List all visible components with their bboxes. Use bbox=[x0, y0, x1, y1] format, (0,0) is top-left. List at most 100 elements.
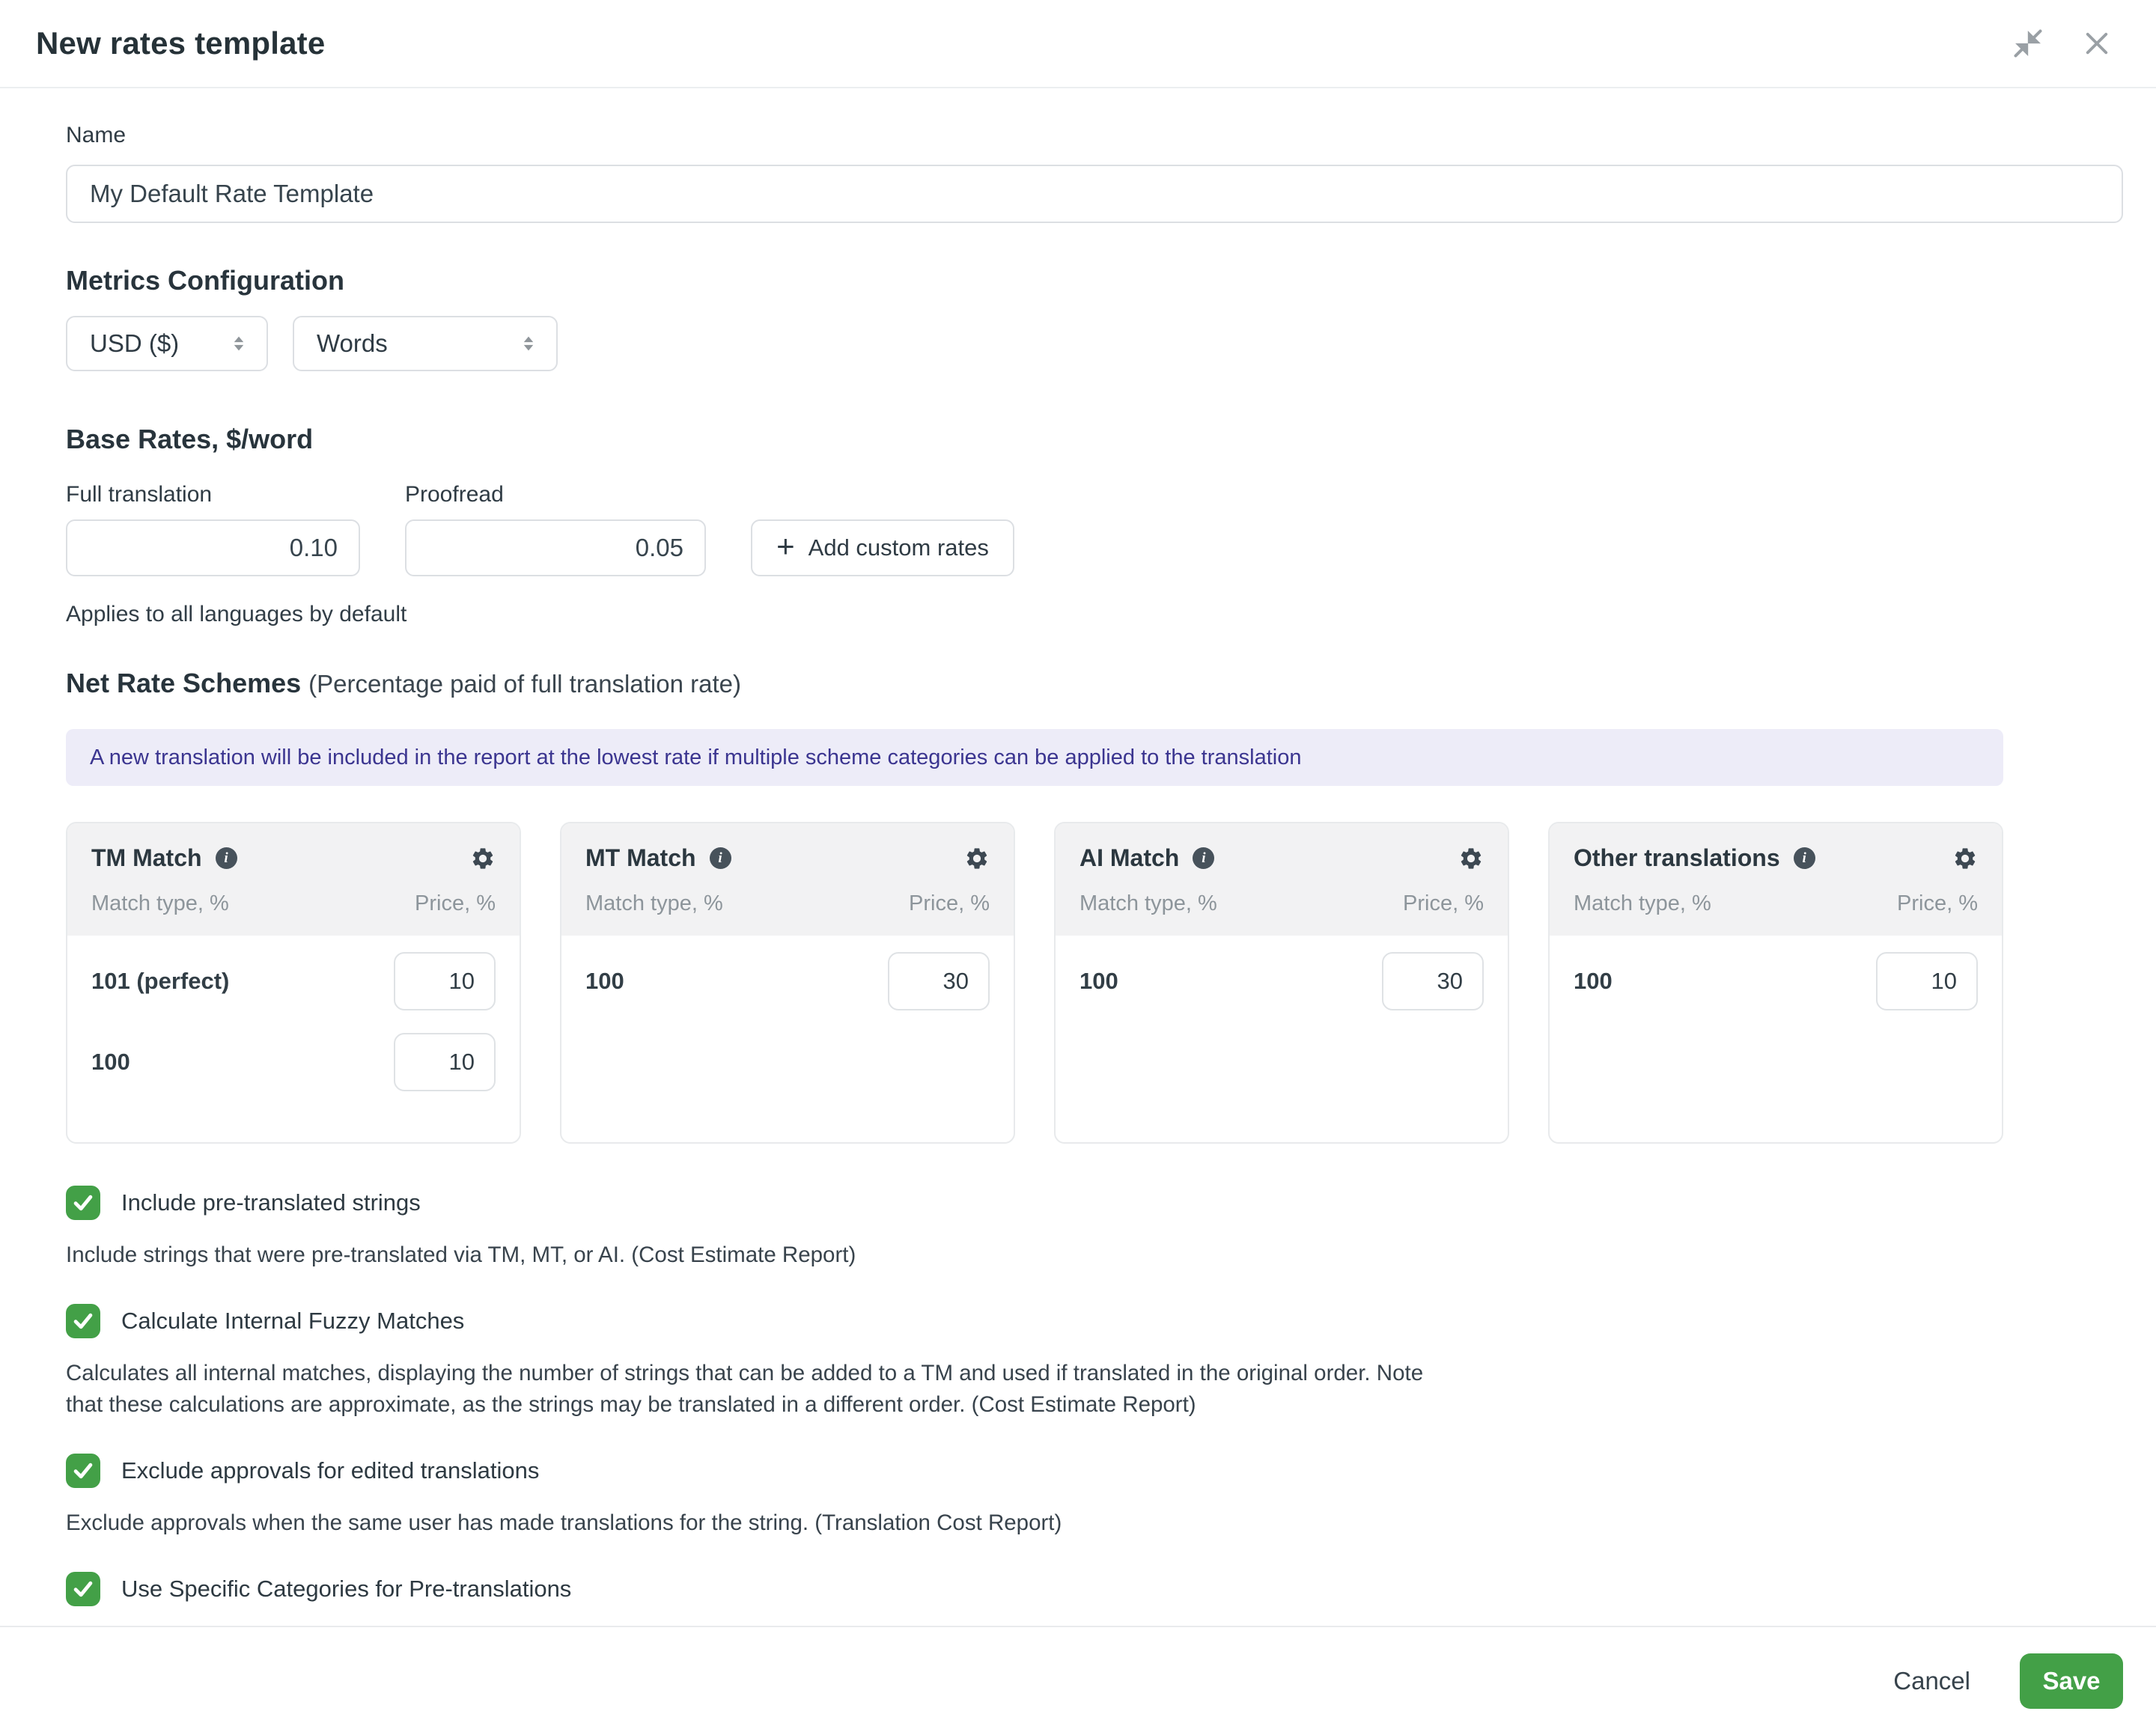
match-type-column: Match type, % bbox=[1574, 891, 1711, 916]
card-body: 100 bbox=[1056, 936, 1508, 1142]
close-button[interactable] bbox=[2080, 26, 2114, 61]
info-icon[interactable]: i bbox=[1193, 847, 1214, 869]
header-actions bbox=[2011, 26, 2114, 61]
close-icon bbox=[2081, 28, 2113, 59]
card-header: Other translations i Match type, % Price… bbox=[1550, 823, 2002, 936]
gear-button[interactable] bbox=[470, 846, 496, 871]
info-banner: A new translation will be included in th… bbox=[66, 729, 2003, 786]
net-rate-schemes-heading: Net Rate Schemes(Percentage paid of full… bbox=[66, 668, 2123, 699]
option-internal-fuzzy-matches: Calculate Internal Fuzzy Matches Calcula… bbox=[66, 1304, 2123, 1421]
card-other-translations: Other translations i Match type, % Price… bbox=[1548, 822, 2003, 1144]
exclude-approvals-checkbox[interactable] bbox=[66, 1454, 100, 1488]
info-icon[interactable]: i bbox=[1794, 847, 1815, 869]
option-description: Include strings that were pre-translated… bbox=[66, 1239, 1451, 1271]
currency-value: USD ($) bbox=[90, 329, 179, 358]
card-body: 100 bbox=[561, 936, 1014, 1142]
base-rates-labels: Full translation Proofread bbox=[66, 482, 2123, 507]
option-description: Exclude approvals when the same user has… bbox=[66, 1507, 1451, 1539]
sort-arrows-icon bbox=[517, 332, 540, 355]
gear-icon bbox=[964, 846, 990, 871]
unit-select[interactable]: Words bbox=[293, 316, 558, 371]
price-input[interactable] bbox=[888, 952, 990, 1010]
name-label: Name bbox=[66, 123, 2123, 148]
info-icon[interactable]: i bbox=[216, 847, 237, 869]
proofread-input[interactable] bbox=[405, 519, 706, 576]
scheme-row: 100 bbox=[91, 1033, 496, 1091]
match-type-label: 100 bbox=[1574, 968, 1613, 995]
option-label: Exclude approvals for edited translation… bbox=[121, 1457, 539, 1484]
dialog-title: New rates template bbox=[36, 25, 325, 61]
add-custom-rates-label: Add custom rates bbox=[808, 534, 989, 561]
price-column: Price, % bbox=[415, 891, 496, 916]
full-translation-label: Full translation bbox=[66, 482, 360, 507]
sort-arrows-icon bbox=[228, 332, 250, 355]
scheme-cards: TM Match i Match type, % Price, % 101 (p… bbox=[66, 822, 2003, 1144]
unit-value: Words bbox=[317, 329, 388, 358]
collapse-icon bbox=[2012, 27, 2044, 60]
base-rates-note: Applies to all languages by default bbox=[66, 602, 2123, 627]
option-label: Calculate Internal Fuzzy Matches bbox=[121, 1308, 464, 1335]
gear-button[interactable] bbox=[964, 846, 990, 871]
include-pretranslated-checkbox[interactable] bbox=[66, 1186, 100, 1220]
card-title: TM Match bbox=[91, 844, 202, 872]
name-input[interactable] bbox=[66, 165, 2123, 223]
full-translation-input[interactable] bbox=[66, 519, 360, 576]
gear-icon bbox=[1458, 846, 1484, 871]
info-icon[interactable]: i bbox=[710, 847, 731, 869]
gear-icon bbox=[1952, 846, 1978, 871]
scheme-row: 100 bbox=[1574, 952, 1978, 1010]
currency-select[interactable]: USD ($) bbox=[66, 316, 268, 371]
proofread-label: Proofread bbox=[405, 482, 706, 507]
plus-icon: + bbox=[776, 531, 795, 562]
scheme-row: 100 bbox=[585, 952, 990, 1010]
card-title: Other translations bbox=[1574, 844, 1780, 872]
dialog-header: New rates template bbox=[0, 0, 2156, 88]
scheme-row: 101 (perfect) bbox=[91, 952, 496, 1010]
option-description: Calculates all internal matches, display… bbox=[66, 1358, 1451, 1421]
card-tm-match: TM Match i Match type, % Price, % 101 (p… bbox=[66, 822, 521, 1144]
match-type-column: Match type, % bbox=[91, 891, 229, 916]
dialog-content: Name Metrics Configuration USD ($) Words… bbox=[0, 123, 2156, 1735]
card-ai-match: AI Match i Match type, % Price, % 100 bbox=[1054, 822, 1509, 1144]
match-type-column: Match type, % bbox=[585, 891, 723, 916]
base-rates-heading: Base Rates, $/word bbox=[66, 424, 2123, 455]
internal-fuzzy-matches-checkbox[interactable] bbox=[66, 1304, 100, 1338]
check-icon bbox=[70, 1190, 96, 1216]
card-mt-match: MT Match i Match type, % Price, % 100 bbox=[560, 822, 1015, 1144]
option-label: Use Specific Categories for Pre-translat… bbox=[121, 1576, 571, 1603]
dialog-footer: Cancel Save bbox=[0, 1626, 2156, 1735]
card-title: MT Match bbox=[585, 844, 696, 872]
collapse-button[interactable] bbox=[2011, 26, 2045, 61]
gear-button[interactable] bbox=[1458, 846, 1484, 871]
price-column: Price, % bbox=[1897, 891, 1978, 916]
save-button[interactable]: Save bbox=[2020, 1653, 2123, 1709]
metrics-selects: USD ($) Words bbox=[66, 316, 2123, 371]
price-input[interactable] bbox=[394, 952, 496, 1010]
option-exclude-approvals: Exclude approvals for edited translation… bbox=[66, 1454, 2123, 1539]
price-input[interactable] bbox=[1876, 952, 1978, 1010]
base-rates-inputs: + Add custom rates bbox=[66, 519, 2123, 576]
add-custom-rates-button[interactable]: + Add custom rates bbox=[751, 519, 1014, 576]
cancel-button[interactable]: Cancel bbox=[1893, 1667, 1970, 1695]
net-rate-schemes-title: Net Rate Schemes bbox=[66, 668, 301, 698]
match-type-label: 100 bbox=[91, 1049, 130, 1076]
price-input[interactable] bbox=[1382, 952, 1484, 1010]
card-header: AI Match i Match type, % Price, % bbox=[1056, 823, 1508, 936]
card-header: MT Match i Match type, % Price, % bbox=[561, 823, 1014, 936]
price-input[interactable] bbox=[394, 1033, 496, 1091]
card-title: AI Match bbox=[1079, 844, 1179, 872]
gear-icon bbox=[470, 846, 496, 871]
net-rate-schemes-subtitle: (Percentage paid of full translation rat… bbox=[308, 670, 741, 698]
match-type-label: 100 bbox=[585, 968, 624, 995]
card-body: 101 (perfect) 100 bbox=[67, 936, 520, 1142]
price-column: Price, % bbox=[1403, 891, 1484, 916]
specific-categories-checkbox[interactable] bbox=[66, 1572, 100, 1606]
info-banner-text: A new translation will be included in th… bbox=[90, 745, 1301, 770]
metrics-heading: Metrics Configuration bbox=[66, 265, 2123, 296]
options-section: Include pre-translated strings Include s… bbox=[66, 1186, 2123, 1688]
check-icon bbox=[70, 1458, 96, 1484]
option-include-pretranslated: Include pre-translated strings Include s… bbox=[66, 1186, 2123, 1271]
price-column: Price, % bbox=[909, 891, 990, 916]
check-icon bbox=[70, 1308, 96, 1334]
gear-button[interactable] bbox=[1952, 846, 1978, 871]
